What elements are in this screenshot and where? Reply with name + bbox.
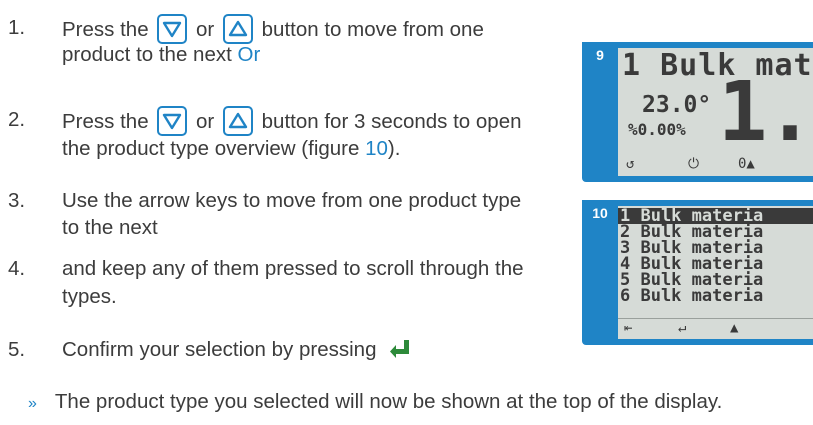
step-line: Press the or button for 3 seconds to ope… bbox=[62, 106, 522, 136]
step-text: Press the bbox=[62, 110, 149, 133]
lcd-display: 1 Bulk mater 23.0° %0.00% 1.8 ↺ ⏻ 0▲ bbox=[618, 48, 813, 176]
list-item: 6 Bulk materia bbox=[620, 286, 764, 306]
step-text: or bbox=[196, 18, 215, 41]
lcd-main-value: 1.8 bbox=[718, 65, 813, 160]
step-line: Press the or button to move from one bbox=[62, 14, 484, 44]
step-text: Press the bbox=[62, 18, 149, 41]
step-text: product to the next bbox=[62, 43, 232, 66]
rotate-icon: ↺ bbox=[626, 156, 635, 172]
figure-9: 9 1 Bulk mater 23.0° %0.00% 1.8 ↺ ⏻ 0▲ bbox=[582, 42, 813, 182]
step-text: or bbox=[196, 110, 215, 133]
lcd-footer: ⇤ ↵ ▲ bbox=[618, 318, 813, 339]
step-text: types. bbox=[62, 285, 117, 308]
result-text: The product type you selected will now b… bbox=[54, 390, 723, 413]
step-text: Confirm your selection by pressing bbox=[62, 338, 377, 361]
step-text: the product type overview (figure bbox=[62, 137, 366, 160]
lcd-footer: ↺ ⏻ 0▲ bbox=[618, 154, 813, 176]
power-icon: ⏻ bbox=[688, 156, 700, 172]
down-arrow-button-icon bbox=[157, 106, 188, 136]
up-arrow-button-icon bbox=[222, 14, 253, 44]
down-arrow-button-icon bbox=[157, 14, 188, 44]
or-link[interactable]: Or bbox=[238, 43, 261, 66]
up-arrow-button-icon bbox=[222, 106, 253, 136]
up-icon: ▲ bbox=[730, 320, 739, 336]
zero-up-icon: 0▲ bbox=[738, 156, 755, 172]
figure-10: 10 1 Bulk materia 2 Bulk materia 3 Bulk … bbox=[582, 200, 813, 345]
step-number: 5. bbox=[8, 338, 26, 361]
step-text: button for 3 seconds to open bbox=[261, 110, 522, 133]
step-number: 4. bbox=[8, 257, 26, 280]
step-text: and keep any of them pressed to scroll t… bbox=[62, 257, 524, 280]
result-note: » The product type you selected will now … bbox=[28, 390, 722, 414]
step-number: 3. bbox=[8, 189, 26, 212]
lcd-display: 1 Bulk materia 2 Bulk materia 3 Bulk mat… bbox=[618, 206, 813, 339]
step-text: to the next bbox=[62, 216, 158, 239]
back-icon: ⇤ bbox=[624, 320, 633, 336]
step-number: 2. bbox=[8, 108, 26, 131]
step-text: ). bbox=[387, 137, 401, 160]
step-text: button to move from one bbox=[261, 18, 484, 41]
lcd-temperature: 23.0° bbox=[642, 92, 712, 118]
figure-10-link[interactable]: 10 bbox=[365, 137, 388, 160]
lcd-percent: %0.00% bbox=[628, 120, 686, 139]
figure-number: 10 bbox=[582, 200, 618, 226]
figure-number: 9 bbox=[582, 42, 618, 68]
enter-icon: ↵ bbox=[678, 320, 687, 336]
enter-key-icon bbox=[388, 338, 413, 369]
product-type-list: 1 Bulk materia 2 Bulk materia 3 Bulk mat… bbox=[618, 208, 813, 306]
result-marker: » bbox=[28, 395, 37, 412]
step-number: 1. bbox=[8, 16, 26, 39]
step-text: Use the arrow keys to move from one prod… bbox=[62, 189, 522, 212]
